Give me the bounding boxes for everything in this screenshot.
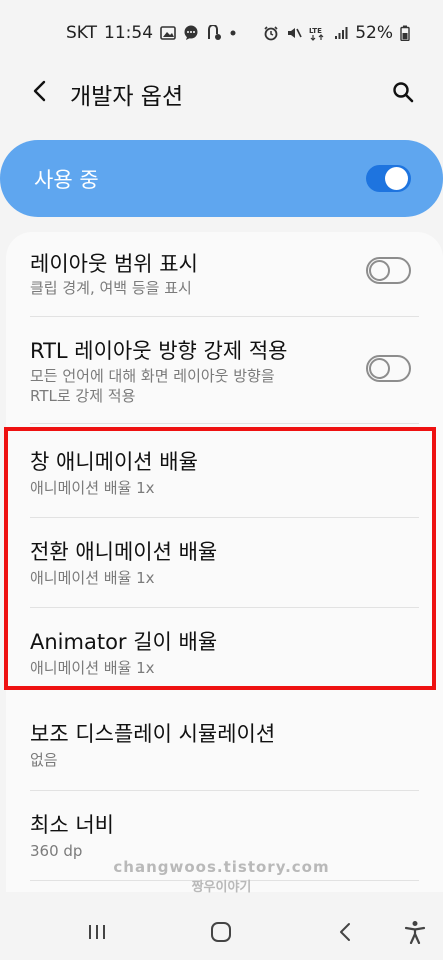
setting-title: RTL 레이아웃 방향 강제 적용 [30,339,288,363]
toggle-knob [369,358,390,379]
settings-list: 레이아웃 범위 표시 클립 경계, 여백 등을 표시 RTL 레이아웃 방향 강… [6,232,443,892]
setting-subtitle: 애니메이션 배율 1x [30,659,155,677]
setting-subtitle: 애니메이션 배율 1x [30,479,155,497]
toggle-knob [369,260,390,281]
toggle-knob [385,167,408,190]
sns-icon [206,25,222,41]
mute-icon [286,25,302,41]
status-bar-left: SKT 11:54 [66,23,237,43]
setting-transition-animation-scale[interactable]: 전환 애니메이션 배율 애니메이션 배율 1x [6,518,443,606]
setting-subtitle-line2: RTL로 강제 적용 [30,387,136,405]
back-arrow-icon[interactable] [24,76,54,106]
setting-subtitle: 클립 경계, 여백 등을 표시 [30,279,192,297]
lte-icon: LTE [309,25,327,41]
watermark-name: 짱우이야기 [191,880,252,895]
search-icon[interactable] [387,76,419,108]
setting-window-animation-scale[interactable]: 창 애니메이션 배율 애니메이션 배율 1x [6,428,443,516]
setting-subtitle: 없음 [30,751,58,769]
status-bar: SKT 11:54 LTE 52% [0,0,443,66]
recent-apps-icon[interactable] [82,917,112,947]
force-rtl-toggle[interactable] [366,355,411,382]
setting-simulate-secondary-displays[interactable]: 보조 디스플레이 시뮬레이션 없음 [6,700,443,790]
setting-show-layout-bounds[interactable]: 레이아웃 범위 표시 클립 경계, 여백 등을 표시 [6,232,443,316]
setting-title: 레이아웃 범위 표시 [30,252,198,276]
battery-icon [400,25,410,41]
setting-subtitle-line1: 모든 언어에 대해 화면 레이아웃 방향을 [30,367,275,385]
setting-title: 창 애니메이션 배율 [30,450,198,474]
carrier-label: SKT [66,23,98,43]
navigation-bar [0,902,443,960]
developer-options-master-switch[interactable]: 사용 중 [0,140,443,217]
alarm-icon [263,25,279,41]
accessibility-icon[interactable] [400,917,430,947]
setting-subtitle: 애니메이션 배율 1x [30,569,155,587]
battery-percent: 52% [355,23,393,43]
dot-icon [229,29,237,37]
master-switch-label: 사용 중 [34,167,99,192]
home-icon[interactable] [206,917,236,947]
clock: 11:54 [104,23,154,43]
svg-text:LTE: LTE [309,27,322,35]
chat-icon [183,25,199,41]
setting-title: Animator 길이 배율 [30,630,218,654]
status-bar-right: LTE 52% [263,23,410,43]
setting-title: 보조 디스플레이 시뮬레이션 [30,722,276,746]
setting-animator-duration-scale[interactable]: Animator 길이 배율 애니메이션 배율 1x [6,608,443,696]
back-icon[interactable] [330,917,360,947]
setting-title: 최소 너비 [30,813,114,837]
page-title: 개발자 옵션 [70,84,184,110]
watermark-url: changwoos.tistory.com [113,858,330,876]
master-toggle[interactable] [366,165,411,192]
app-bar: 개발자 옵션 [0,66,443,118]
setting-title: 전환 애니메이션 배율 [30,540,218,564]
signal-icon [334,26,348,40]
layout-bounds-toggle[interactable] [366,257,411,284]
divider [30,423,419,424]
setting-force-rtl[interactable]: RTL 레이아웃 방향 강제 적용 모든 언어에 대해 화면 레이아웃 방향을 … [6,317,443,421]
image-icon [160,26,176,40]
